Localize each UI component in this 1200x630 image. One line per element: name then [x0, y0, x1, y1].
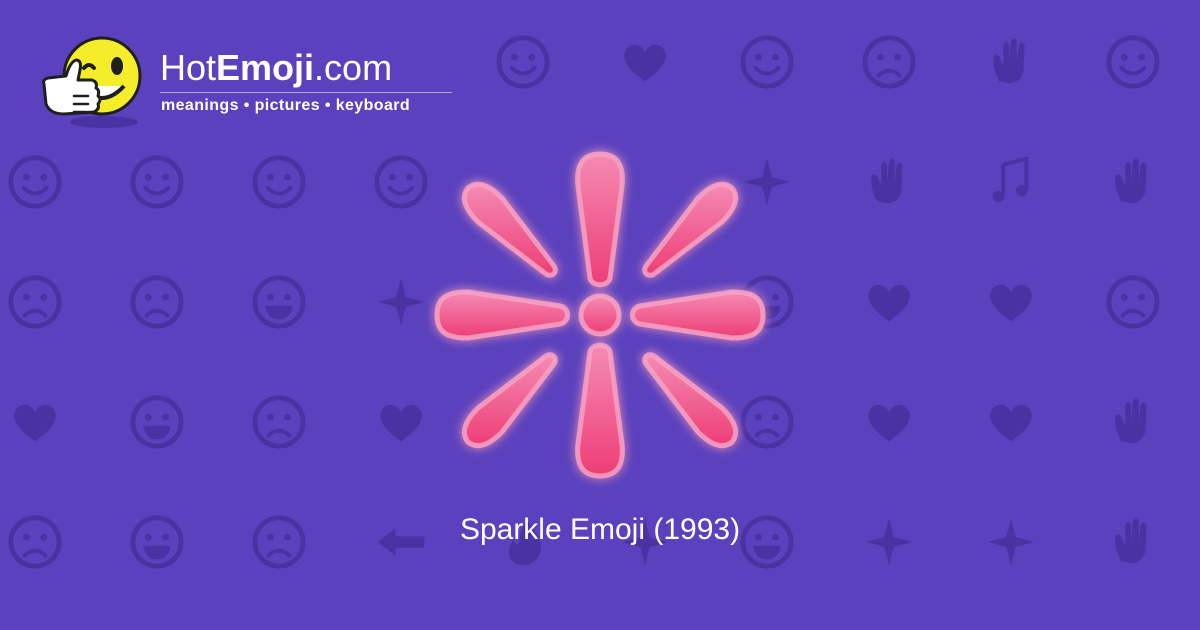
- frowning-face-icon: [249, 392, 309, 452]
- site-brand[interactable]: HotEmoji.com meanings • pictures • keybo…: [40, 34, 480, 134]
- broken-heart-icon: [981, 272, 1041, 332]
- relieved-face-icon: [249, 152, 309, 212]
- winking-tongue-face-icon: [127, 392, 187, 452]
- smiling-face-icon: [737, 32, 797, 92]
- speak-no-evil-monkey-icon: [1103, 392, 1163, 452]
- sleeping-face-icon: [5, 272, 65, 332]
- striped-heart-icon: [859, 272, 919, 332]
- winking-kiss-face-icon: [493, 32, 553, 92]
- revolving-hearts-icon: [859, 392, 919, 452]
- emoji-caption: Sparkle Emoji (1993): [459, 513, 741, 546]
- site-name-suffix: .com: [314, 47, 393, 88]
- grinning-face-icon: [249, 272, 309, 332]
- site-name-prefix: Hot: [160, 47, 217, 88]
- see-no-evil-monkey-icon: [1103, 152, 1163, 212]
- raising-hands-icon: [859, 152, 919, 212]
- site-name[interactable]: HotEmoji.com: [160, 48, 392, 88]
- eyes-icon: [5, 152, 65, 212]
- winking-thumbs-up-smiley-icon: [42, 36, 142, 128]
- ok-hand-icon: [981, 32, 1041, 92]
- smirking-face-icon: [127, 152, 187, 212]
- confused-face-icon: [1103, 272, 1163, 332]
- relieved-face-icon: [1103, 32, 1163, 92]
- site-tagline: meanings • pictures • keyboard: [161, 97, 411, 114]
- weary-face-icon: [859, 32, 919, 92]
- musical-notes-icon: [981, 152, 1041, 212]
- heart-icon: [981, 392, 1041, 452]
- striped-heart-icon: [5, 392, 65, 452]
- sparkle-icon: [434, 151, 766, 479]
- two-hearts-icon: [615, 32, 675, 92]
- site-name-bold: Emoji: [216, 47, 315, 88]
- pensive-face-icon: [127, 272, 187, 332]
- brand-divider: [160, 92, 452, 93]
